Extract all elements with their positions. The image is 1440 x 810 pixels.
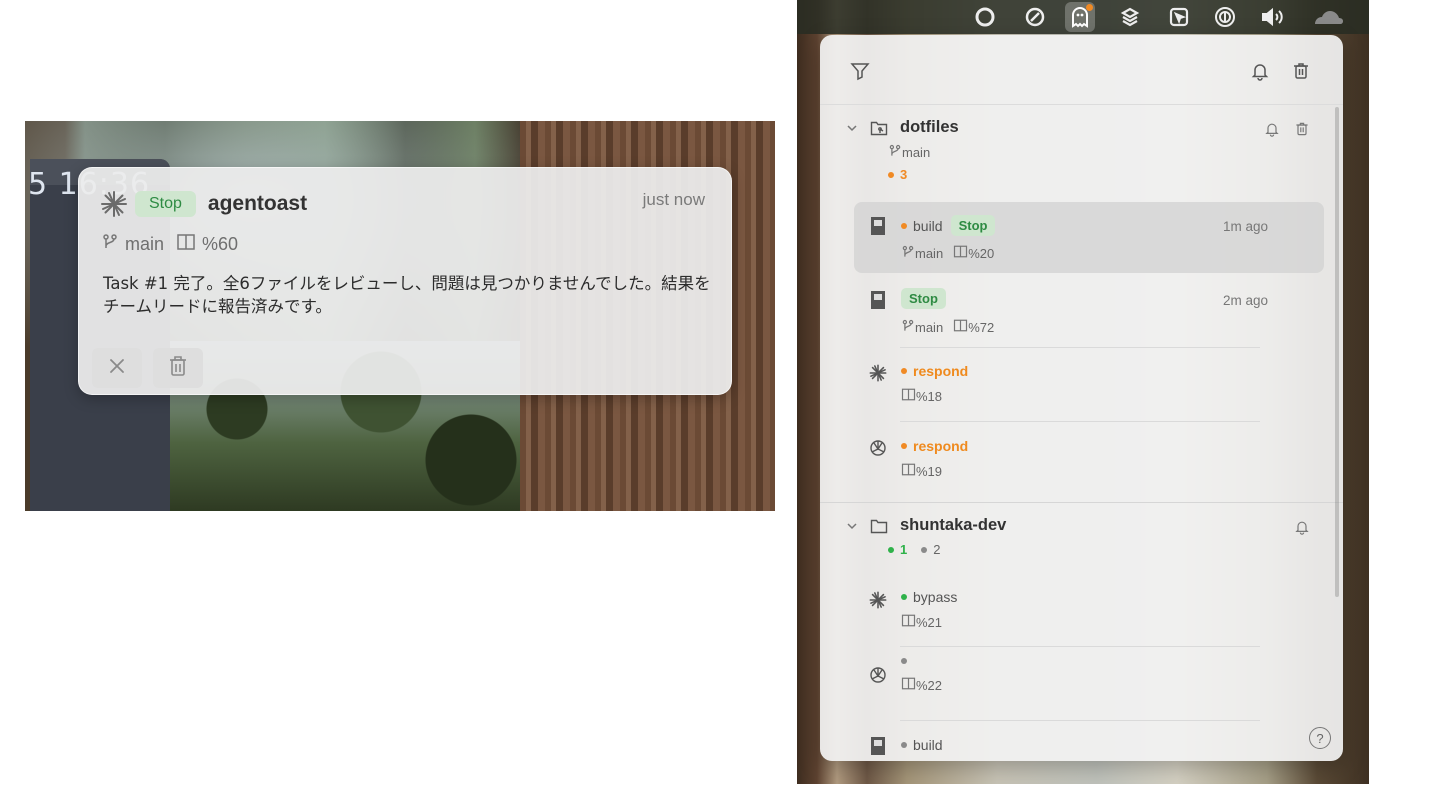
session-label: respond [913, 363, 969, 379]
claude-icon [868, 590, 888, 610]
password-icon[interactable] [1213, 5, 1237, 29]
branch-icon [888, 144, 902, 161]
status-dot [888, 171, 894, 178]
status-dot [901, 368, 907, 374]
status-badge: Stop [950, 215, 996, 236]
context-window-icon [901, 676, 916, 694]
scrollbar[interactable] [1335, 107, 1339, 597]
layers-icon[interactable] [1118, 5, 1142, 29]
chevron-down-icon[interactable] [846, 519, 860, 533]
toast-time: just now [642, 190, 705, 209]
session-row[interactable]: build [854, 730, 1324, 761]
context-window-icon [901, 387, 916, 405]
volume-icon[interactable] [1259, 5, 1289, 29]
status-dot [888, 546, 894, 553]
context-usage: %60 [202, 234, 239, 254]
bell-icon[interactable] [1263, 120, 1281, 138]
filter-icon[interactable] [848, 59, 872, 83]
popover-toolbar [820, 35, 1343, 105]
divider [900, 720, 1260, 721]
session-time: 2m ago [1222, 293, 1268, 308]
status-dot [901, 658, 907, 664]
toast-screenshot: 5 16:36 Stop agentoast just now main [25, 121, 775, 511]
trash-icon [168, 355, 188, 381]
session-row[interactable]: %22 [854, 653, 1324, 719]
folder-icon [870, 517, 890, 537]
toast-meta: main %60 [101, 232, 238, 257]
session-row[interactable]: bypass %21 [854, 580, 1324, 646]
toast-title: agentoast [207, 192, 308, 215]
session-label: build [913, 217, 943, 234]
toast-notification[interactable]: Stop agentoast just now main %60 Task #1… [78, 167, 732, 395]
trash-icon[interactable] [1293, 120, 1311, 138]
session-label: bypass [913, 589, 958, 605]
status-dot [901, 443, 907, 449]
claude-icon [99, 189, 129, 219]
status-badge: Stop [901, 288, 946, 309]
context-window-icon [953, 318, 968, 336]
session-row[interactable]: respond %19 [854, 430, 1324, 496]
divider [900, 646, 1260, 647]
openai-icon [868, 665, 888, 685]
agentoast-menu-item[interactable] [1065, 2, 1095, 32]
group-count: 1 2 [888, 542, 940, 557]
openai-icon [868, 438, 888, 458]
git-folder-icon [870, 119, 890, 139]
notification-dot [1086, 4, 1093, 11]
session-row[interactable]: build Stop 1m ago main %20 [854, 202, 1324, 273]
help-button[interactable]: ? [1309, 727, 1331, 749]
branch-icon [101, 233, 125, 256]
opencode-icon [868, 736, 888, 756]
menu-bar [797, 0, 1369, 34]
branch-icon [901, 245, 915, 262]
cursor-icon[interactable] [1167, 5, 1191, 29]
group-name: dotfiles [900, 118, 959, 136]
bell-icon[interactable] [1293, 518, 1311, 536]
divider [900, 421, 1260, 422]
moon-icon[interactable] [1023, 5, 1047, 29]
desktop-screenshot: dotfiles main 3 build Stop 1m ago main %… [797, 0, 1369, 784]
chevron-down-icon[interactable] [846, 121, 860, 135]
session-time: 1m ago [1222, 219, 1268, 234]
status-dot [901, 594, 907, 600]
trash-icon[interactable] [1289, 59, 1313, 83]
close-icon [108, 357, 126, 379]
context-window-icon [901, 613, 916, 631]
toast-message: Task #1 完了。全6ファイルをレビューし、問題は見つかりませんでした。結果… [103, 274, 711, 316]
session-row[interactable]: Stop 2m ago main %72 [854, 278, 1324, 346]
group-count: 3 [888, 167, 907, 182]
status-badge: Stop [135, 191, 196, 217]
context-window-icon [176, 232, 202, 257]
session-label: respond [913, 438, 969, 454]
group-divider [820, 502, 1343, 503]
dismiss-button[interactable] [92, 348, 142, 388]
status-dot [901, 222, 907, 229]
opencode-icon [868, 290, 888, 310]
branch-name: main [125, 234, 165, 254]
session-row[interactable]: respond %18 [854, 355, 1324, 421]
group-name: shuntaka-dev [900, 516, 1007, 534]
circle-app-icon[interactable] [973, 5, 997, 29]
group-branch: main [888, 144, 930, 161]
bell-icon[interactable] [1248, 59, 1272, 83]
status-dot [901, 742, 907, 748]
cloudflare-icon[interactable] [1309, 5, 1345, 29]
context-window-icon [953, 244, 968, 262]
context-window-icon [901, 462, 916, 480]
opencode-icon [868, 216, 888, 236]
divider [900, 347, 1260, 348]
delete-button[interactable] [153, 348, 203, 388]
status-dot [921, 546, 928, 553]
session-label: build [913, 737, 943, 753]
agentoast-popover: dotfiles main 3 build Stop 1m ago main %… [820, 35, 1343, 761]
branch-icon [901, 319, 915, 336]
claude-icon [868, 363, 888, 383]
